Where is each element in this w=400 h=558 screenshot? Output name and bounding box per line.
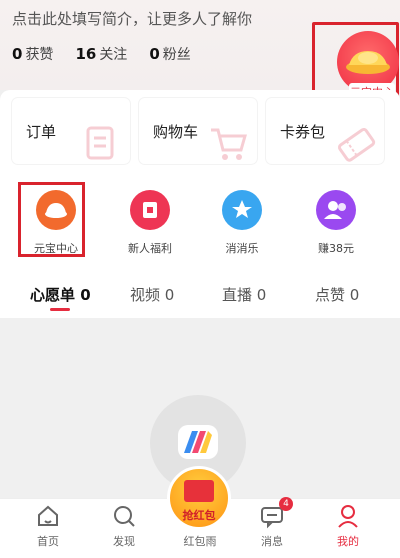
- tab-videos[interactable]: 视频 0: [130, 284, 174, 305]
- profile-stats: 0 获赞 16 关注 0 粉丝: [12, 44, 191, 64]
- grab-red-envelope-button[interactable]: 抢红包: [167, 466, 231, 530]
- users-icon: [316, 190, 356, 230]
- quick-match-label: 消消乐: [225, 242, 259, 255]
- nav-home[interactable]: 首页: [18, 503, 78, 549]
- nav-home-label: 首页: [37, 535, 59, 548]
- stat-likes-value: 0: [12, 45, 23, 63]
- nav-profile[interactable]: 我的: [318, 503, 378, 549]
- order-icon: [86, 126, 114, 160]
- tile-coupons-label: 卡券包: [280, 123, 326, 141]
- stat-followers-label: 粉丝: [162, 47, 191, 63]
- tab-live[interactable]: 直播 0: [222, 284, 266, 305]
- message-badge: 4: [279, 497, 293, 511]
- cart-icon: [211, 128, 247, 160]
- quick-earn-38[interactable]: 赚38元: [296, 190, 376, 256]
- profile-bio[interactable]: 点击此处填写简介，让更多人了解你: [12, 8, 252, 29]
- stat-following[interactable]: 16 关注: [75, 44, 127, 64]
- nav-red-envelope-label: 红包雨: [183, 535, 217, 548]
- tile-coupons[interactable]: 卡券包: [266, 98, 384, 164]
- red-envelope-icon: [184, 480, 214, 502]
- quick-match-game[interactable]: 消消乐: [202, 190, 282, 256]
- coupon-icon: [337, 127, 376, 162]
- content-tabs: 心愿单 0 视频 0 直播 0 点赞 0: [0, 268, 400, 318]
- quick-earn-label: 赚38元: [318, 242, 354, 255]
- nav-discover[interactable]: 发现: [94, 503, 154, 549]
- tile-cart-label: 购物车: [153, 123, 199, 141]
- highlight-box: [18, 182, 85, 257]
- tile-orders[interactable]: 订单: [12, 98, 130, 164]
- stat-following-value: 16: [75, 45, 97, 63]
- home-icon: [35, 503, 61, 529]
- tab-wishlist[interactable]: 心愿单 0: [30, 284, 91, 305]
- gift-icon: [130, 190, 170, 230]
- stat-likes-label: 获赞: [25, 47, 54, 63]
- nav-messages[interactable]: 4 消息: [242, 497, 302, 549]
- stat-likes[interactable]: 0 获赞: [12, 44, 53, 64]
- message-icon: 4: [259, 497, 293, 529]
- stat-following-label: 关注: [99, 47, 128, 63]
- ingot-icon: [346, 51, 390, 74]
- search-icon: [111, 503, 137, 529]
- tile-orders-label: 订单: [26, 123, 57, 141]
- stat-followers-value: 0: [149, 45, 160, 63]
- star-wand-icon: [222, 190, 262, 230]
- grab-red-envelope-label: 抢红包: [182, 509, 216, 522]
- active-tab-indicator: [50, 308, 70, 311]
- tab-likes[interactable]: 点赞 0: [315, 284, 359, 305]
- profile-icon: [335, 503, 361, 529]
- stat-followers[interactable]: 0 粉丝: [149, 44, 190, 64]
- quick-newcomer-benefits[interactable]: 新人福利: [110, 190, 190, 256]
- tile-cart[interactable]: 购物车: [139, 98, 257, 164]
- nav-messages-label: 消息: [261, 535, 283, 548]
- nav-discover-label: 发现: [113, 535, 135, 548]
- nav-profile-label: 我的: [337, 535, 359, 548]
- quick-newcomer-label: 新人福利: [128, 242, 172, 255]
